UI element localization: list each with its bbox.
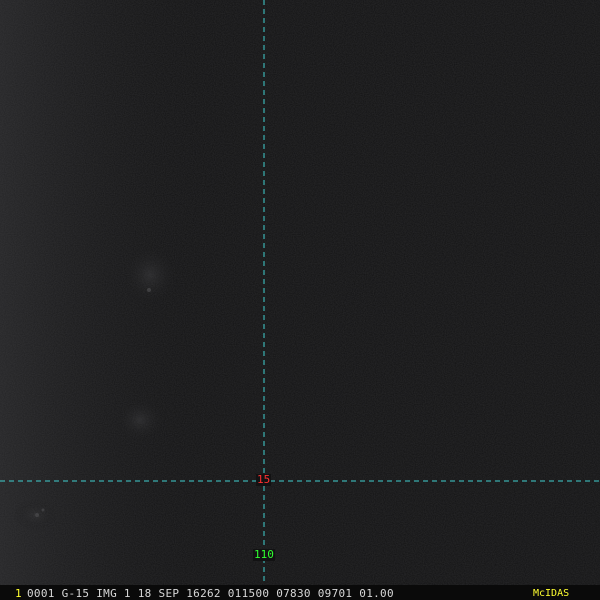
frame-number: 1 — [15, 587, 22, 600]
longitude-label: 110 — [253, 548, 275, 561]
sensor-noise — [0, 0, 600, 600]
satellite-image — [0, 0, 600, 600]
satellite-image-viewport[interactable]: 15 110 1 0001 G-15 IMG 1 18 SEP 16262 01… — [0, 0, 600, 600]
mcidas-brand: McIDAS — [533, 588, 570, 599]
image-metadata-text: 0001 G-15 IMG 1 18 SEP 16262 011500 0783… — [27, 587, 394, 600]
status-bar: 1 0001 G-15 IMG 1 18 SEP 16262 011500 07… — [0, 585, 600, 600]
latitude-label: 15 — [256, 473, 272, 486]
